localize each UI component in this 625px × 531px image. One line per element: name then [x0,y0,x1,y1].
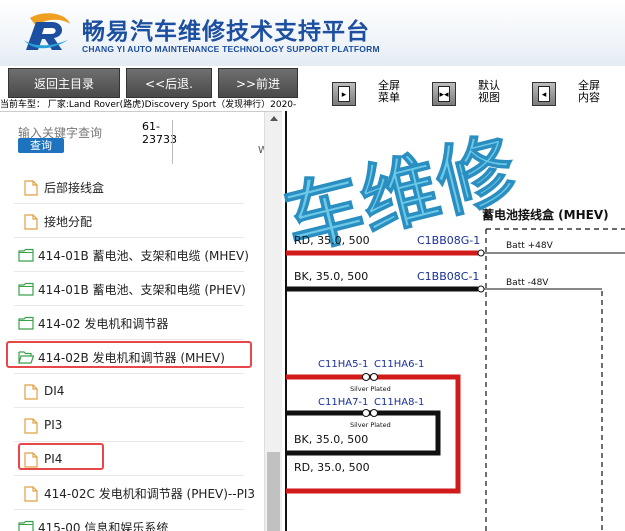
fullscreen-menu-label[interactable]: 全屏 菜单 [378,80,400,104]
tree-scrollbar[interactable] [264,112,282,531]
wire3-spec: BK, 35.0, 500 [294,433,368,446]
search-divider [172,120,173,164]
wiring-diagram: 车维修 蓄电池接线盒 (MHEV) RD, 35.0, 500 C1BB08G-… [282,111,625,531]
tree-item-label: PI3 [44,418,63,432]
tree-item-label: 接地分配 [44,214,93,229]
tree-item-label: 414-02 发电机和调节器 [38,316,169,331]
app-header: 畅易汽车维修技术支持平台 CHANG YI AUTO MAINTENANCE T… [0,0,625,66]
connector-a2: C11HA6-1 [374,359,424,370]
connector-b-left-icon [362,409,370,417]
fullscreen-menu-button[interactable]: ▸ [332,82,356,106]
home-button[interactable]: 返回主目录 [8,68,120,98]
search-button[interactable]: 查询 [18,138,64,153]
tree-item[interactable]: 后部接线盒 [24,173,104,201]
file-icon [24,214,40,230]
wire2-connector: C1BB08C-1 [417,270,479,283]
tree-row-separator [14,237,244,238]
default-view-icon: ▸◂ [438,86,450,102]
tree-row-separator [14,271,244,272]
file-icon [24,180,40,196]
wiring-diagram-svg: 车维修 蓄电池接线盒 (MHEV) RD, 35.0, 500 C1BB08G-… [282,111,625,531]
tree-row-separator [14,339,244,340]
wire1-spec: RD, 35.0, 500 [294,234,370,247]
default-view-label[interactable]: 默认 视图 [478,80,500,104]
tree-item[interactable]: PI3 [24,411,62,439]
connector-a-right-icon [370,373,378,381]
tree-item[interactable]: DI4 [24,377,64,405]
tree-item-label: 415-00 信息和娱乐系统 [38,520,169,531]
folder-icon [18,248,34,262]
fullscreen-content-button[interactable]: ◂ [532,82,556,106]
back-button[interactable]: <<后退. [126,68,212,98]
tree-row-separator [14,475,244,476]
default-view-button[interactable]: ▸◂ [432,82,456,106]
wire2-spec: BK, 35.0, 500 [294,270,368,283]
forward-button[interactable]: >>前进 [218,68,298,98]
file-icon [24,384,40,400]
brand-title: 畅易汽车维修技术支持平台 [82,19,370,45]
tree-item-label: 414-01B 蓄电池、支架和电缆 (PHEV) [38,282,246,297]
tree-row-separator [14,407,244,408]
connector-a-left-icon [362,373,370,381]
folder-icon [18,316,34,330]
tree-item[interactable]: 414-01B 蓄电池、支架和电缆 (PHEV) [18,275,246,303]
tree-row-separator [14,441,244,442]
tree-row-separator [14,509,244,510]
wire2-label: Batt -48V [506,278,549,288]
file-icon [24,418,40,434]
tree-item[interactable]: 414-01B 蓄电池、支架和电缆 (MHEV) [18,241,249,269]
tree-item-label: 后部接线盒 [44,180,105,195]
tree-row-separator [14,203,244,204]
tree-row-separator [14,373,244,374]
wire4-spec: RD, 35.0, 500 [294,461,370,474]
wire1-terminal [477,249,485,257]
wire1-connector: C1BB08G-1 [417,234,480,247]
tree-item[interactable]: 415-00 信息和娱乐系统 [18,513,168,531]
tree-item[interactable]: 接地分配 [24,207,92,235]
box-title: 蓄电池接线盒 (MHEV) [482,207,609,222]
fullscreen-content-icon: ◂ [538,86,550,102]
tree-item-label: 414-02C 发电机和调节器 (PHEV)--PI3 [44,486,255,501]
connector-b1: C11HA7-1 [318,397,368,408]
tree-row-separator [14,305,244,306]
connector-b-right-icon [370,409,378,417]
folder-icon [18,520,34,531]
fullscreen-content-label[interactable]: 全屏 内容 [578,80,600,104]
plated-label-2: Silver Plated [350,421,391,429]
tree-item[interactable]: 414-02C 发电机和调节器 (PHEV)--PI3 [24,479,255,507]
tree-item[interactable]: 414-02 发电机和调节器 [18,309,168,337]
brand-subtitle: CHANG YI AUTO MAINTENANCE TECHNOLOGY SUP… [82,44,380,54]
scroll-up-icon[interactable] [270,116,278,121]
wire1-label: Batt +48V [506,241,554,251]
folder-icon [18,282,34,296]
changyi-logo-icon [24,13,70,50]
plated-label-1: Silver Plated [350,385,391,393]
fullscreen-menu-icon: ▸ [338,86,350,102]
wire2-terminal [477,285,485,293]
connector-b2: C11HA8-1 [374,397,424,408]
highlight-file-box [18,443,104,470]
file-icon [24,486,40,502]
navigation-panel: 输入关键字查询 查询 61- 23733 W 后部接线盒 接地分配 414-01B … [0,111,282,531]
scroll-thumb[interactable] [267,452,280,531]
tree-item-label: 414-01B 蓄电池、支架和电缆 (MHEV) [38,248,249,263]
current-vehicle-text: 当前车型： 厂家:Land Rover(路虎)Discovery Sport（发… [0,100,297,110]
highlight-folder-box [6,341,252,368]
tree-item-label: DI4 [44,384,65,398]
connector-a1: C11HA5-1 [318,359,368,370]
